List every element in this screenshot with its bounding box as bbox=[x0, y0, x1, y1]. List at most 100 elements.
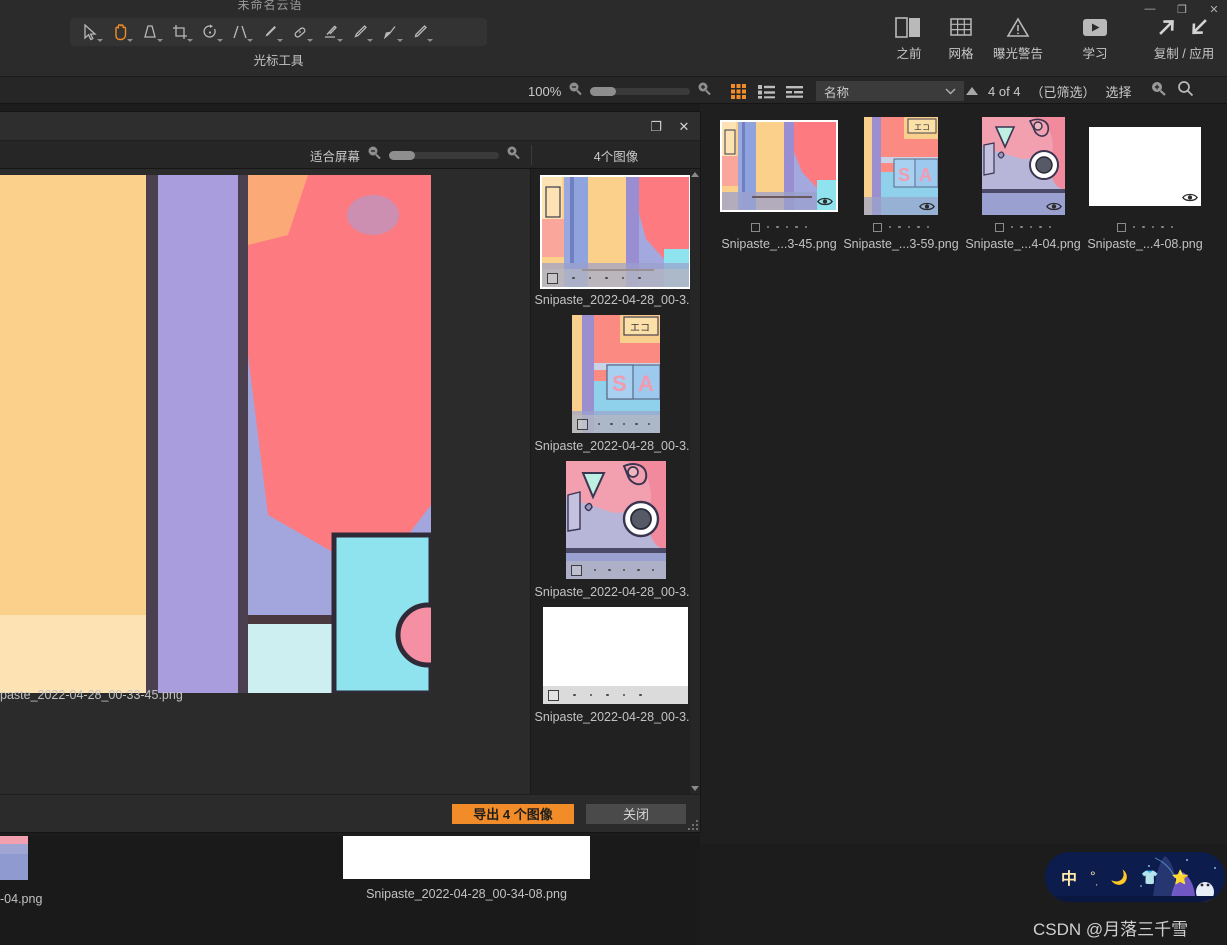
rotate-tool[interactable] bbox=[196, 20, 224, 44]
chevron-down-icon[interactable] bbox=[337, 39, 343, 42]
rating-dot[interactable] bbox=[638, 276, 641, 280]
flag-checkbox[interactable] bbox=[576, 418, 588, 430]
chevron-down-icon[interactable] bbox=[157, 39, 163, 42]
eye-icon[interactable] bbox=[817, 196, 833, 207]
magnifier-plus-icon[interactable] bbox=[697, 81, 712, 101]
scroll-up-arrow-icon[interactable] bbox=[691, 172, 699, 177]
dialog-thumb-item[interactable]: Snipaste_2022-04-28_00-3... bbox=[535, 175, 696, 307]
dialog-thumb-item[interactable]: Snipaste_2022-04-28_00-3... bbox=[535, 607, 696, 724]
filter-magnifier-icon[interactable] bbox=[1150, 80, 1167, 102]
ime-toolbar[interactable]: 中 °, 🌙 👕 ⭐ bbox=[1045, 852, 1225, 902]
close-icon[interactable]: ✕ bbox=[676, 119, 692, 135]
rating-dot[interactable] bbox=[1170, 225, 1174, 229]
magnifier-minus-icon[interactable] bbox=[367, 145, 382, 165]
export-button[interactable]: 导出 4 个图像 bbox=[452, 803, 574, 824]
flag-checkbox[interactable] bbox=[994, 222, 1004, 232]
rating-dot[interactable] bbox=[608, 568, 611, 572]
rating-dot[interactable] bbox=[605, 276, 608, 280]
close-button[interactable]: 关闭 bbox=[586, 803, 686, 824]
flag-checkbox[interactable] bbox=[570, 564, 582, 576]
grid-thumbnail[interactable] bbox=[981, 117, 1065, 215]
moon-icon[interactable]: 🌙 bbox=[1111, 869, 1128, 886]
flag-checkbox[interactable] bbox=[547, 272, 558, 284]
grid-item[interactable]: Snipaste_...3-45.png bbox=[718, 116, 840, 251]
flag-checkbox[interactable] bbox=[872, 222, 882, 232]
magnifier-plus-icon[interactable] bbox=[506, 145, 521, 165]
rating-dot[interactable] bbox=[1161, 225, 1164, 229]
search-icon[interactable] bbox=[1177, 80, 1194, 102]
learn-button[interactable]: 学习 bbox=[1069, 14, 1121, 62]
fit-screen-label[interactable]: 适合屏幕 bbox=[310, 146, 360, 165]
chevron-down-icon[interactable] bbox=[127, 39, 133, 42]
rating-dot[interactable] bbox=[572, 276, 575, 280]
grid-overlay-button[interactable]: 网格 bbox=[935, 14, 987, 62]
eraser-tool[interactable] bbox=[316, 20, 344, 44]
flag-checkbox[interactable] bbox=[750, 222, 760, 232]
rating-dot[interactable] bbox=[635, 422, 638, 426]
rating-dot[interactable] bbox=[907, 225, 911, 229]
crop-tool[interactable] bbox=[166, 20, 194, 44]
eye-icon[interactable] bbox=[919, 201, 935, 212]
resize-grip[interactable] bbox=[688, 820, 698, 830]
before-after-button[interactable]: 之前 bbox=[883, 14, 935, 62]
degree-icon[interactable]: °, bbox=[1090, 868, 1098, 887]
thumbnail-scrollbar[interactable] bbox=[690, 169, 700, 794]
grid-thumbnail[interactable] bbox=[720, 120, 838, 212]
grid-item[interactable]: Snipaste_...4-08.png bbox=[1084, 116, 1206, 251]
chevron-down-icon[interactable] bbox=[187, 39, 193, 42]
rating-dot[interactable] bbox=[804, 225, 808, 229]
exposure-warning-button[interactable]: 曝光警告 bbox=[987, 14, 1049, 62]
rating-dot[interactable] bbox=[610, 422, 613, 426]
filmstrip-thumbnail[interactable] bbox=[0, 836, 28, 880]
rating-dot[interactable] bbox=[888, 225, 892, 229]
heal-tool[interactable] bbox=[286, 20, 314, 44]
dialog-thumbnail[interactable] bbox=[540, 175, 691, 289]
shirt-icon[interactable]: 👕 bbox=[1141, 869, 1158, 886]
detail-view-button[interactable] bbox=[784, 82, 804, 100]
chevron-down-icon[interactable] bbox=[97, 39, 103, 42]
rating-dot[interactable] bbox=[1151, 225, 1155, 229]
rating-dot[interactable] bbox=[588, 276, 591, 280]
rating-dot[interactable] bbox=[593, 568, 596, 572]
rating-dot[interactable] bbox=[1142, 225, 1145, 229]
white-balance-tool[interactable] bbox=[136, 20, 164, 44]
dialog-thumb-item[interactable]: エコ S A Snipaste_2022-04-28_00-3... bbox=[535, 315, 696, 453]
star-icon[interactable]: ⭐ bbox=[1172, 869, 1189, 886]
rating-dot[interactable] bbox=[1029, 225, 1033, 229]
pencil-tool[interactable] bbox=[406, 20, 434, 44]
rating-dot[interactable] bbox=[606, 693, 609, 697]
hand-tool[interactable] bbox=[106, 20, 134, 44]
chevron-down-icon[interactable] bbox=[217, 39, 223, 42]
rating-dot[interactable] bbox=[637, 568, 640, 572]
grid-item[interactable]: Snipaste_...4-04.png bbox=[962, 116, 1084, 251]
zoom-slider[interactable] bbox=[590, 86, 691, 96]
dialog-zoom-slider-thumb[interactable] bbox=[389, 150, 416, 160]
rating-dot[interactable] bbox=[785, 225, 789, 229]
grid-thumb-wrap[interactable]: エコ S A bbox=[844, 116, 958, 216]
chevron-down-icon[interactable] bbox=[307, 39, 313, 42]
grid-thumbnail[interactable]: エコ S A bbox=[864, 117, 938, 215]
rating-dot[interactable] bbox=[621, 276, 624, 280]
flag-checkbox[interactable] bbox=[1116, 222, 1126, 232]
rating-dot[interactable] bbox=[898, 225, 901, 229]
rating-dot[interactable] bbox=[1010, 225, 1014, 229]
rating-dot[interactable] bbox=[622, 693, 625, 697]
dialog-thumbnail[interactable] bbox=[543, 607, 688, 704]
rating-dot[interactable] bbox=[917, 225, 920, 229]
retouch-tool[interactable] bbox=[256, 20, 284, 44]
grid-thumb-wrap[interactable] bbox=[1088, 116, 1202, 216]
sort-select[interactable]: 名称 bbox=[816, 81, 964, 101]
list-view-button[interactable] bbox=[756, 82, 776, 100]
chevron-down-icon[interactable] bbox=[367, 39, 373, 42]
eye-icon[interactable] bbox=[1182, 192, 1198, 203]
scroll-down-arrow-icon[interactable] bbox=[691, 786, 699, 791]
dialog-titlebar[interactable]: ❐ ✕ bbox=[0, 112, 700, 141]
chevron-down-icon[interactable] bbox=[427, 39, 433, 42]
filmstrip-item[interactable]: Snipaste_2022-04-28_00-34-08.png bbox=[343, 836, 590, 901]
rating-dot[interactable] bbox=[1039, 225, 1042, 229]
rating-dot[interactable] bbox=[647, 422, 650, 426]
dodge-tool[interactable] bbox=[346, 20, 374, 44]
zoom-slider-thumb[interactable] bbox=[590, 86, 617, 96]
copy-apply-button[interactable]: 复制 / 应用 bbox=[1141, 14, 1227, 62]
rating-dot[interactable] bbox=[795, 225, 798, 229]
